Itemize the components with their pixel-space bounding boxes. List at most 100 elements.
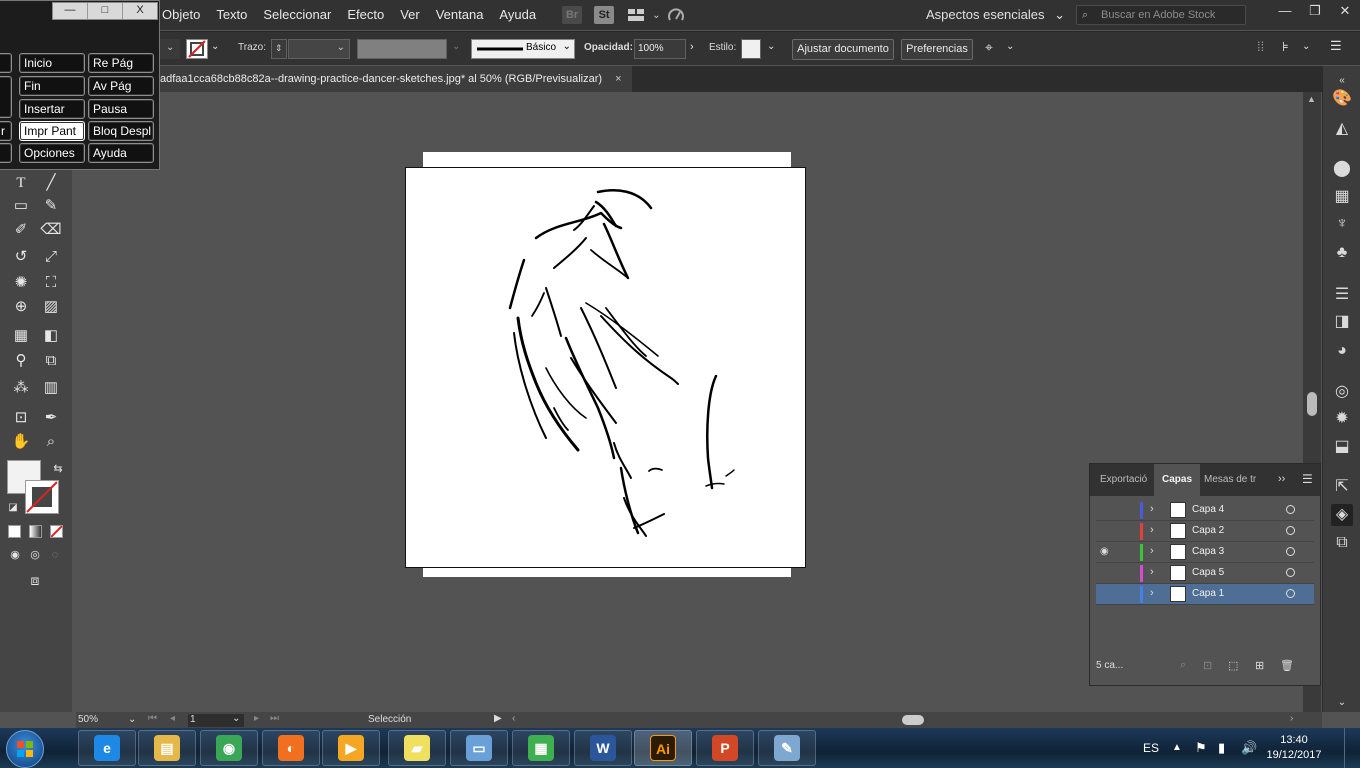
taskbar-paint[interactable]: ✎ <box>758 730 816 766</box>
osk-minimize-button[interactable]: — <box>53 3 88 19</box>
taskbar-calculator-app[interactable]: ▦ <box>512 730 570 766</box>
rectangle-tool-icon[interactable]: ▭ <box>10 195 32 217</box>
scale-tool-icon[interactable]: ⤢ <box>40 246 62 268</box>
menu-ver[interactable]: Ver <box>392 0 428 30</box>
expand-panel-icon[interactable]: ›› <box>1278 473 1285 485</box>
layer-target-icon[interactable] <box>1286 505 1295 514</box>
tab-mesas-de-trabajo[interactable]: Mesas de tr <box>1196 464 1264 496</box>
draw-inside-icon[interactable]: ◌ <box>44 544 66 566</box>
variable-width-profile[interactable] <box>357 39 447 59</box>
swatches-icon[interactable]: ▦ <box>1331 186 1353 208</box>
taskbar-chrome[interactable]: ◉ <box>200 730 258 766</box>
stroke-none-swatch[interactable] <box>25 480 59 514</box>
expand-layer-icon[interactable]: › <box>1150 545 1154 557</box>
chevron-down-icon[interactable]: ⌄ <box>1006 41 1014 60</box>
layer-row-capa-4[interactable]: › Capa 4 <box>1096 500 1314 521</box>
vertical-scroll-thumb[interactable] <box>1307 392 1317 416</box>
start-button[interactable] <box>6 730 44 768</box>
perspective-grid-tool-icon[interactable]: ▨ <box>40 296 62 318</box>
first-artboard-icon[interactable]: ⏮ <box>148 713 157 724</box>
scroll-down-icon[interactable]: ⌄ <box>1331 692 1353 714</box>
osk-key-partial[interactable] <box>0 53 12 73</box>
osk-key-inicio[interactable]: Inicio <box>19 53 85 73</box>
layer-row-capa-1[interactable]: › Capa 1 <box>1096 584 1314 605</box>
appearance-icon[interactable]: ◎ <box>1331 381 1353 403</box>
panel-menu-icon[interactable]: ☰ <box>1330 38 1342 57</box>
menu-seleccionar[interactable]: Seleccionar <box>255 0 339 30</box>
restore-button[interactable]: ❐ <box>1300 0 1330 24</box>
fill-dropdown[interactable]: ⌄ <box>160 39 180 59</box>
expand-layer-icon[interactable]: › <box>1150 587 1154 599</box>
paintbrush-tool-icon[interactable]: ✎ <box>40 195 62 217</box>
bridge-icon[interactable]: Br <box>562 6 583 24</box>
taskbar-firefox[interactable]: ◐ <box>262 730 320 766</box>
arrange-documents-icon[interactable] <box>626 6 646 24</box>
collect-export-icon[interactable]: ⊡ <box>1203 659 1212 672</box>
next-artboard-icon[interactable]: ▸ <box>254 713 259 724</box>
chevron-down-icon[interactable]: ⌄ <box>1302 41 1310 60</box>
stock-icon[interactable]: St <box>594 6 615 24</box>
stroke-weight-stepper[interactable]: ⇕ <box>271 39 287 59</box>
layer-row-capa-3[interactable]: ◉ › Capa 3 <box>1096 542 1314 563</box>
scroll-right-icon[interactable]: › <box>1290 713 1293 724</box>
layer-target-icon[interactable] <box>1286 568 1295 577</box>
osk-key-ayuda[interactable]: Ayuda <box>88 143 154 163</box>
transform-icon[interactable]: ⌖ <box>985 39 993 58</box>
horizontal-scroll-thumb[interactable] <box>902 715 924 725</box>
asset-export-icon[interactable]: ⬓ <box>1331 436 1353 458</box>
line-tool-icon[interactable]: ╱ <box>40 172 62 194</box>
rotate-tool-icon[interactable]: ↺ <box>10 246 32 268</box>
hand-tool-icon[interactable]: ✋ <box>10 431 32 453</box>
slice-tool-icon[interactable]: ✒ <box>40 407 62 429</box>
close-button[interactable]: ✕ <box>1330 0 1360 24</box>
show-hidden-icons[interactable]: ▲ <box>1172 728 1182 768</box>
show-desktop-button[interactable] <box>1344 728 1360 768</box>
taskbar-illustrator[interactable]: Ai <box>634 730 692 766</box>
osk-close-button[interactable]: X <box>123 3 157 19</box>
search-icon[interactable]: ⌕ <box>1180 659 1186 672</box>
shape-builder-tool-icon[interactable]: ⊕ <box>10 296 32 318</box>
chevron-down-icon[interactable]: ⌄ <box>211 41 219 60</box>
taskbar-internet-explorer[interactable]: e <box>78 730 136 766</box>
menu-ventana[interactable]: Ventana <box>428 0 492 30</box>
eyedropper-tool-icon[interactable]: ⚲ <box>10 350 32 372</box>
artboard-tool-icon[interactable]: ⊡ <box>10 407 32 429</box>
stroke-weight-field[interactable]: ⌄ <box>288 39 350 59</box>
mesh-tool-icon[interactable]: ▦ <box>10 325 32 347</box>
layers-panel-icon[interactable]: ◈ <box>1331 504 1353 526</box>
eraser-tool-icon[interactable]: ⌫ <box>40 219 62 241</box>
layer-row-capa-5[interactable]: › Capa 5 <box>1096 563 1314 584</box>
symbols-icon[interactable]: ♣ <box>1331 242 1353 264</box>
graphic-style-swatch[interactable] <box>741 39 761 59</box>
workspace-switcher[interactable]: Aspectos esenciales ⌄ <box>926 0 1065 30</box>
stock-search-input[interactable]: ⌕ Buscar en Adobe Stock <box>1076 5 1246 25</box>
color-guide-icon[interactable]: ◭ <box>1331 118 1353 140</box>
osk-key-insertar[interactable]: Insertar <box>19 99 85 119</box>
chevron-down-icon[interactable]: ⌄ <box>652 10 660 21</box>
osk-key-pausa[interactable]: Pausa <box>88 99 154 119</box>
blend-tool-icon[interactable]: ⧉ <box>40 350 62 372</box>
color-mode-button[interactable] <box>8 525 21 538</box>
minimize-button[interactable]: — <box>1270 0 1300 24</box>
status-menu-icon[interactable]: ▶ <box>494 713 502 724</box>
layer-target-icon[interactable] <box>1286 547 1295 556</box>
taskbar-remote-desktop[interactable]: ▭ <box>450 730 508 766</box>
osk-key-fin[interactable]: Fin <box>19 76 85 96</box>
layer-name[interactable]: Capa 2 <box>1192 525 1224 536</box>
make-clipping-mask-icon[interactable]: ⬚ <box>1228 659 1238 672</box>
chevron-right-icon[interactable]: › <box>690 41 694 60</box>
adjust-document-button[interactable]: Ajustar documento <box>792 39 894 60</box>
screen-mode-icon[interactable]: ⧈ <box>24 569 46 591</box>
last-artboard-icon[interactable]: ⏭ <box>270 713 279 724</box>
gradient-panel-icon[interactable]: ◨ <box>1331 311 1353 333</box>
tab-capas[interactable]: Capas <box>1154 464 1201 496</box>
layer-target-icon[interactable] <box>1286 526 1295 535</box>
stroke-panel-icon[interactable]: ☰ <box>1331 284 1353 306</box>
expand-layer-icon[interactable]: › <box>1150 524 1154 536</box>
trash-icon[interactable]: 🗑 <box>1280 659 1294 672</box>
taskbar-sticky-notes[interactable]: ▰ <box>388 730 446 766</box>
new-sublayer-icon[interactable]: ⊞ <box>1255 659 1264 672</box>
language-indicator[interactable]: ES <box>1143 728 1159 768</box>
layer-row-capa-2[interactable]: › Capa 2 <box>1096 521 1314 542</box>
scroll-left-icon[interactable]: ‹ <box>512 713 515 724</box>
